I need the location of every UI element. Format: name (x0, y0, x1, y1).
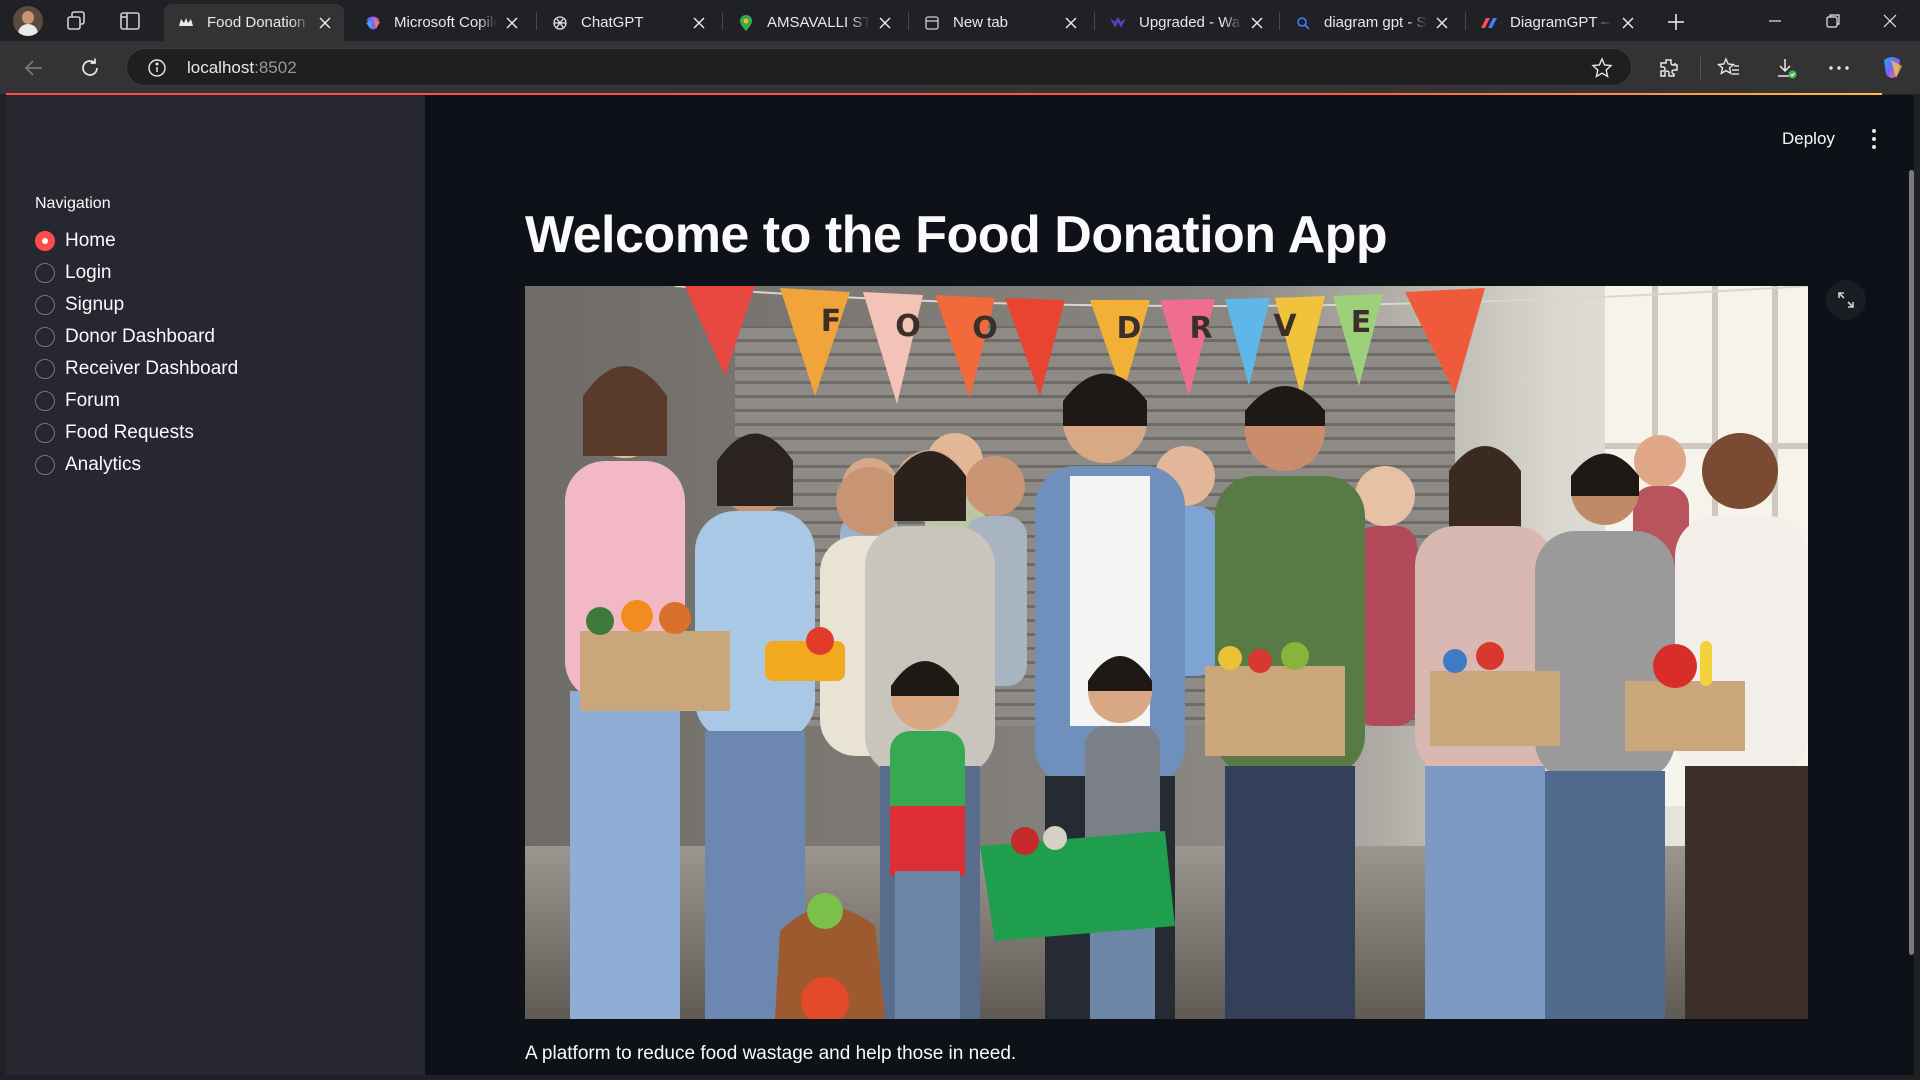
restore-button[interactable] (1803, 0, 1863, 41)
radio-icon[interactable] (35, 295, 55, 315)
deploy-button[interactable]: Deploy (1774, 125, 1843, 153)
tab-title: Upgraded - Wapp (1139, 14, 1242, 31)
tab-title: New tab (953, 14, 1009, 31)
nav-option-label: Login (65, 262, 112, 283)
address-bar[interactable]: localhost:8502 (126, 48, 1632, 86)
banner-letter: V (1273, 309, 1297, 344)
workspaces-icon[interactable] (63, 8, 89, 34)
nav-option-forum[interactable]: Forum (35, 385, 238, 417)
nav-option-receiver-dashboard[interactable]: Receiver Dashboard (35, 353, 238, 385)
nav-option-analytics[interactable]: Analytics (35, 449, 238, 481)
chatgpt-icon (551, 14, 569, 32)
streamlit-app: Navigation Home Login Signup Donor Dashb… (6, 95, 1914, 1075)
nav-option-label: Donor Dashboard (65, 326, 215, 347)
tab-title: DiagramGPT – AI (1510, 14, 1613, 31)
browser-tab-bar: Food Donation App Microsoft Copilot Chat… (0, 0, 1920, 41)
radio-icon[interactable] (35, 455, 55, 475)
close-icon[interactable] (1248, 14, 1266, 32)
radio-icon[interactable] (35, 327, 55, 347)
tab-diagramgpt[interactable]: DiagramGPT – AI (1467, 4, 1647, 41)
fullscreen-expand-button[interactable] (1826, 280, 1866, 320)
banner-letter: O (972, 311, 998, 346)
banner-letter: O (895, 309, 921, 344)
radio-icon[interactable] (35, 423, 55, 443)
expand-arrows-icon (1838, 292, 1854, 308)
nav-option-login[interactable]: Login (35, 257, 238, 289)
search-icon (1294, 14, 1312, 32)
diagramgpt-logo-icon (1480, 14, 1498, 32)
map-pin-icon (737, 14, 755, 32)
tab-new-tab[interactable]: New tab (910, 4, 1090, 41)
sidebar: Navigation Home Login Signup Donor Dashb… (6, 95, 425, 1075)
banner-letter: E (1351, 305, 1372, 340)
back-button[interactable] (20, 54, 48, 82)
copilot-icon (364, 14, 382, 32)
radio-icon[interactable] (35, 391, 55, 411)
streamlit-crown-icon (177, 14, 195, 32)
nav-option-label: Receiver Dashboard (65, 358, 239, 379)
radio-icon[interactable] (35, 359, 55, 379)
minimize-button[interactable] (1745, 0, 1805, 41)
nav-option-donor-dashboard[interactable]: Donor Dashboard (35, 321, 238, 353)
favorites-icon[interactable] (1715, 54, 1743, 82)
nav-option-label: Signup (65, 294, 125, 315)
nav-option-food-requests[interactable]: Food Requests (35, 417, 238, 449)
copilot-sidebar-icon[interactable] (1878, 54, 1906, 82)
wapp-logo-icon (1109, 14, 1127, 32)
main-menu-icon[interactable] (1864, 127, 1884, 151)
tab-upgraded-wapp[interactable]: Upgraded - Wapp (1096, 4, 1276, 41)
tab-amsavalli-store[interactable]: AMSAVALLI STORE (724, 4, 904, 41)
food-drive-image: F O O D R V E (525, 286, 1808, 1019)
reload-button[interactable] (76, 54, 104, 82)
banner-letter: D (1117, 311, 1142, 346)
browser-toolbar: localhost:8502 (0, 41, 1920, 94)
nav-option-signup[interactable]: Signup (35, 289, 238, 321)
tab-title: Food Donation App (207, 14, 310, 31)
nav-option-label: Food Requests (65, 422, 194, 443)
close-icon[interactable] (690, 14, 708, 32)
more-options-icon[interactable] (1825, 54, 1853, 82)
banner-letter: R (1189, 311, 1212, 346)
close-icon[interactable] (1062, 14, 1080, 32)
radio-icon[interactable] (35, 263, 55, 283)
food-drive-illustration: F O O D R V E (525, 286, 1808, 1019)
tab-title: Microsoft Copilot (394, 14, 497, 31)
page-scrollbar[interactable] (1909, 170, 1914, 955)
extensions-icon[interactable] (1655, 54, 1683, 82)
radio-selected-icon[interactable] (35, 231, 55, 251)
favorite-star-icon[interactable] (1591, 57, 1613, 79)
nav-option-label: Home (65, 230, 116, 251)
navigation-heading: Navigation (35, 195, 111, 212)
downloads-icon[interactable] (1772, 54, 1800, 82)
close-icon[interactable] (316, 14, 334, 32)
site-info-icon[interactable] (147, 58, 167, 78)
close-icon[interactable] (1433, 14, 1451, 32)
tab-copilot[interactable]: Microsoft Copilot (351, 4, 531, 41)
navigation-radio-group: Home Login Signup Donor Dashboard Receiv… (35, 225, 238, 481)
tab-actions-icon[interactable] (117, 8, 143, 34)
tab-title: AMSAVALLI STORE (767, 14, 870, 31)
new-tab-page-icon (923, 14, 941, 32)
nav-option-label: Analytics (65, 454, 142, 475)
tab-food-donation[interactable]: Food Donation App (164, 4, 344, 41)
url-text: localhost:8502 (187, 58, 297, 77)
page-title: Welcome to the Food Donation App (525, 206, 1388, 264)
tab-diagram-gpt-search[interactable]: diagram gpt - Search (1281, 4, 1461, 41)
close-icon[interactable] (1619, 14, 1637, 32)
profile-avatar[interactable] (13, 6, 43, 36)
tab-chatgpt[interactable]: ChatGPT (538, 4, 718, 41)
tab-title: diagram gpt - Search (1324, 14, 1427, 31)
close-window-button[interactable] (1860, 0, 1920, 41)
nav-option-home[interactable]: Home (35, 225, 238, 257)
banner-letter: F (821, 304, 842, 339)
close-icon[interactable] (503, 14, 521, 32)
nav-option-label: Forum (65, 390, 120, 411)
close-icon[interactable] (876, 14, 894, 32)
page-caption: A platform to reduce food wastage and he… (525, 1043, 1017, 1064)
tab-title: ChatGPT (581, 14, 644, 31)
new-tab-button[interactable] (1662, 8, 1690, 36)
